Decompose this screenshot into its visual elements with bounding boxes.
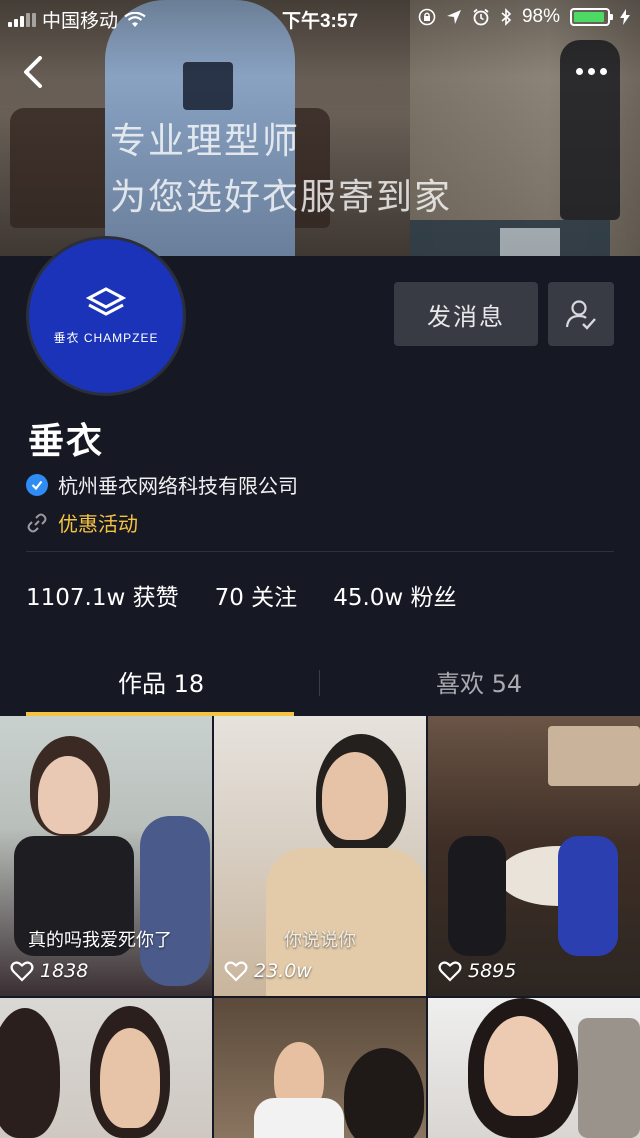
alarm-icon (473, 8, 489, 26)
link-icon (27, 513, 47, 532)
verified-org-label: 杭州垂衣网络科技有限公司 (58, 474, 298, 498)
verified-check-icon (26, 473, 48, 496)
back-button[interactable] (18, 52, 52, 92)
promo-link[interactable]: 优惠活动 (26, 508, 138, 537)
more-dot-icon (576, 67, 583, 75)
charging-icon (620, 9, 630, 25)
profile-name: 垂衣 (28, 421, 105, 462)
video-tile[interactable] (214, 998, 426, 1138)
video-tile[interactable] (428, 998, 640, 1138)
followers-count[interactable]: 45.0w 粉丝 (333, 578, 456, 612)
video-likes-count: 5895 (468, 960, 517, 982)
profile-divider (26, 551, 614, 552)
tab-separator (319, 670, 320, 696)
video-likes: 23.0w (224, 960, 312, 982)
avatar-logo-text: 垂衣 CHAMPZEE (53, 330, 159, 345)
video-caption: 你说说你 (284, 930, 356, 951)
video-tile[interactable]: 真的吗我爱死你了 1838 (0, 716, 212, 996)
tile-figure (0, 1008, 60, 1138)
tile-rock (578, 1018, 640, 1138)
video-likes-count: 1838 (40, 960, 89, 982)
send-message-button[interactable]: 发消息 (394, 282, 538, 346)
tile-figure (344, 1048, 424, 1138)
video-likes: 1838 (10, 960, 88, 982)
content-tabs: 作品 18 喜欢 54 (0, 650, 640, 716)
tab-works[interactable]: 作品 18 (118, 664, 204, 699)
status-right: 98% (418, 6, 630, 28)
follow-button[interactable] (548, 282, 614, 346)
more-options-button[interactable] (576, 56, 616, 86)
heart-icon (224, 961, 248, 982)
profile-stats: 1107.1w 获赞 70 关注 45.0w 粉丝 (26, 578, 457, 612)
promo-label[interactable]: 优惠活动 (58, 508, 138, 537)
tile-face (322, 752, 388, 840)
tile-face (38, 756, 98, 834)
tile-arm (140, 816, 210, 986)
video-tile[interactable]: 5895 (428, 716, 640, 996)
video-caption: 真的吗我爱死你了 (28, 930, 172, 951)
tile-face (484, 1016, 558, 1116)
tile-body (254, 1098, 344, 1138)
tab-liked[interactable]: 喜欢 54 (436, 664, 522, 699)
heart-icon (438, 961, 462, 982)
status-bar: 中国移动 下午3:57 98% (0, 0, 640, 36)
battery-icon (570, 8, 613, 26)
video-tile[interactable] (0, 998, 212, 1138)
more-dot-icon (588, 67, 595, 75)
chevron-left-icon (24, 56, 42, 88)
banner-line-1: 专业理型师 (110, 121, 301, 162)
tile-person (448, 836, 506, 956)
tile-person (558, 836, 618, 956)
user-check-icon (565, 300, 596, 330)
video-likes: 5895 (438, 960, 516, 982)
more-dot-icon (600, 67, 607, 75)
location-icon (446, 10, 461, 24)
avatar[interactable]: 垂衣 CHAMPZEE (26, 236, 186, 396)
profile-banner: 专业理型师 为您选好衣服寄到家 (0, 0, 640, 256)
tile-lamp (548, 726, 640, 786)
video-tile[interactable]: 你说说你 23.0w (214, 716, 426, 996)
banner-line-2: 为您选好衣服寄到家 (110, 177, 453, 218)
video-likes-count: 23.0w (254, 960, 312, 982)
battery-percent: 98% (521, 6, 560, 27)
bluetooth-icon (501, 8, 512, 26)
champzee-logo-icon (85, 286, 127, 316)
likes-count: 1107.1w 获赞 (26, 585, 179, 611)
following-count[interactable]: 70 关注 (215, 578, 298, 612)
tile-face (100, 1028, 160, 1128)
verified-row: 杭州垂衣网络科技有限公司 (26, 470, 298, 499)
heart-icon (10, 961, 34, 982)
rotation-lock-icon (418, 8, 436, 26)
video-grid: 真的吗我爱死你了 1838 你说说你 23.0w 5895 (0, 716, 640, 1138)
